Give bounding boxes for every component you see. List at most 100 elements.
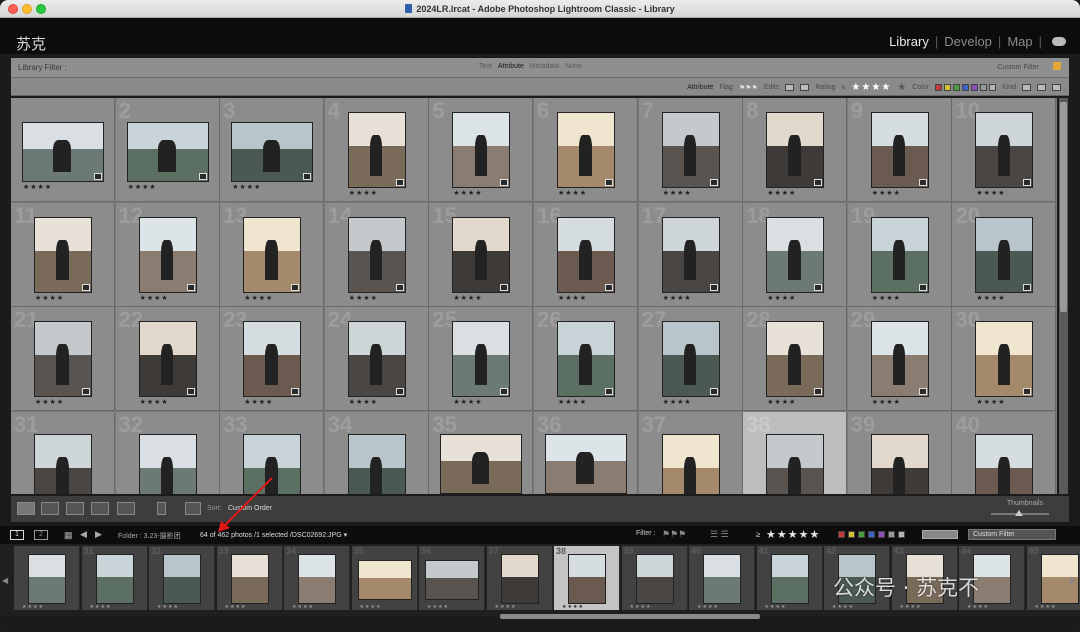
photo-thumbnail[interactable]	[243, 321, 302, 398]
edited-badge-icon[interactable]	[186, 388, 195, 396]
grid-cell[interactable]: 28 ★★★★	[743, 307, 848, 412]
grid-scrollbar[interactable]	[1059, 98, 1068, 494]
grid-cell[interactable]: 8 ★★★★	[743, 98, 848, 202]
cell-rating-stars[interactable]: ★★★★	[663, 398, 692, 406]
close-window-button[interactable]	[8, 4, 18, 14]
photo-thumbnail[interactable]	[870, 321, 929, 398]
grid-cell[interactable]: 11 ★★★★	[11, 202, 115, 307]
grid-cell[interactable]: 23 ★★★★	[220, 307, 325, 412]
grid-cell[interactable]: 5 ★★★★	[429, 98, 534, 202]
photo-thumbnail[interactable]	[557, 112, 615, 188]
grid-cell[interactable]: 26 ★★★★	[534, 307, 638, 412]
filmstrip-thumbnail[interactable]	[28, 554, 66, 604]
cell-rating-stars[interactable]: ★★★★	[35, 294, 64, 302]
grid-cell[interactable]: 29 ★★★★	[847, 307, 952, 412]
cell-rating-stars[interactable]: ★★★★	[140, 294, 169, 302]
grid-cell[interactable]: 13 ★★★★	[220, 202, 325, 307]
filmstrip-thumbnail[interactable]	[500, 554, 539, 604]
cell-rating-stars[interactable]: ★★★★	[35, 398, 64, 406]
photo-thumbnail[interactable]	[870, 433, 929, 494]
cell-rating-stars[interactable]: ★★★★	[349, 189, 378, 197]
grid-cell[interactable]: 31	[11, 411, 115, 494]
secondary-window-button[interactable]: 2	[34, 530, 48, 540]
lock-icon[interactable]	[1053, 62, 1061, 70]
photo-thumbnail[interactable]	[231, 122, 314, 182]
cell-rating-stars[interactable]: ★★★★	[244, 398, 273, 406]
edited-badge-icon[interactable]	[814, 283, 823, 291]
module-map[interactable]: Map	[1007, 34, 1032, 49]
edited-badge-icon[interactable]	[605, 388, 613, 396]
cell-rating-stars[interactable]: ★★★★	[872, 189, 901, 197]
filter-preset-select[interactable]: Custom Filter	[997, 64, 1039, 71]
photo-thumbnail[interactable]	[22, 122, 104, 182]
cell-rating-stars[interactable]: ★★★★	[453, 398, 482, 406]
photo-thumbnail[interactable]	[975, 433, 1034, 494]
filmstrip-cell[interactable]: 32 ★★★★	[149, 546, 215, 610]
photo-thumbnail[interactable]	[243, 216, 302, 293]
filmstrip-photo-count[interactable]: 64 of 462 photos /1 selected /DSC02692.J…	[200, 531, 347, 539]
grid-cell[interactable]: 18 ★★★★	[743, 202, 848, 307]
grid-cell[interactable]: 33	[220, 411, 325, 494]
grid-cell[interactable]: 16 ★★★★	[534, 202, 638, 307]
cell-rating-stars[interactable]: ★★★★	[453, 189, 482, 197]
grid-cell[interactable]: 38	[743, 411, 848, 494]
photo-thumbnail[interactable]	[975, 321, 1034, 398]
edited-badge-icon[interactable]	[500, 179, 509, 186]
color-swatch[interactable]	[943, 84, 951, 91]
edited-badge-icon[interactable]	[291, 388, 300, 396]
edited-badge-icon[interactable]	[395, 388, 404, 396]
forward-arrow-icon[interactable]: ▶	[95, 529, 102, 540]
filmstrip-cell[interactable]: 37 ★★★★	[486, 546, 553, 610]
cell-rating-stars[interactable]: ★★★★	[767, 294, 796, 302]
grid-cell[interactable]: 7 ★★★★	[638, 98, 743, 202]
filter-tab-attribute[interactable]: Attribute	[498, 63, 524, 70]
grid-cell[interactable]: 2 ★★★★	[115, 98, 220, 202]
edited-badge-icon[interactable]	[1023, 283, 1032, 291]
photo-thumbnail[interactable]	[138, 216, 197, 293]
filmstrip-cell[interactable]: 38 ★★★★	[554, 546, 620, 610]
grid-cell[interactable]: 30 ★★★★	[952, 307, 1057, 412]
edited-badge-icon[interactable]	[186, 283, 195, 291]
cloud-sync-icon[interactable]	[1052, 37, 1066, 46]
cell-rating-stars[interactable]: ★★★★	[128, 183, 157, 191]
photo-thumbnail[interactable]	[545, 433, 627, 494]
edited-badge-icon[interactable]	[918, 179, 927, 186]
kind-all-icon[interactable]	[1022, 84, 1031, 91]
edited-badge-icon[interactable]	[94, 173, 102, 180]
cell-rating-stars[interactable]: ★★★★	[976, 189, 1005, 197]
color-swatch[interactable]	[878, 531, 885, 538]
module-develop[interactable]: Develop	[944, 34, 992, 49]
edited-badge-icon[interactable]	[395, 179, 404, 186]
filmstrip-rating-operator[interactable]: ≥	[756, 530, 760, 539]
color-swatch[interactable]	[868, 531, 875, 538]
grid-cell[interactable]: 36	[534, 411, 638, 494]
grid-cell[interactable]: 40	[952, 411, 1057, 494]
survey-view-button[interactable]	[91, 502, 109, 515]
grid-cell[interactable]: 15 ★★★★	[429, 202, 534, 307]
edited-badge-icon[interactable]	[291, 283, 300, 291]
filmstrip-cell[interactable]: 33 ★★★★	[216, 546, 283, 610]
people-view-button[interactable]	[117, 502, 135, 515]
loupe-view-button[interactable]	[41, 502, 59, 515]
edited-badge-icon[interactable]	[1023, 179, 1032, 186]
kind-video-icon[interactable]	[1052, 84, 1061, 91]
photo-thumbnail[interactable]	[138, 433, 197, 494]
edited-badge-icon[interactable]	[395, 283, 404, 291]
grid-cell[interactable]: 27 ★★★★	[638, 307, 743, 412]
cell-rating-stars[interactable]: ★★★★	[232, 183, 261, 191]
color-swatch[interactable]	[838, 531, 845, 538]
photo-thumbnail[interactable]	[661, 321, 720, 398]
grid-cell[interactable]: 20 ★★★★	[952, 202, 1057, 307]
color-swatch[interactable]	[888, 531, 895, 538]
cell-rating-stars[interactable]: ★★★★	[558, 294, 587, 302]
color-swatch[interactable]	[961, 84, 969, 91]
photo-thumbnail[interactable]	[440, 433, 523, 494]
sort-select[interactable]: Custom Order	[228, 505, 272, 512]
filter-tab-text[interactable]: Text	[479, 63, 492, 70]
photo-thumbnail[interactable]	[347, 216, 406, 293]
grid-cell[interactable]: 3 ★★★★	[220, 98, 325, 202]
grid-cell[interactable]: 37	[638, 411, 743, 494]
filmstrip-scroll-left-icon[interactable]: ◀	[2, 576, 8, 585]
cell-rating-stars[interactable]: ★★★★	[349, 398, 378, 406]
filmstrip-scroll-right-icon[interactable]: ▶	[1070, 576, 1076, 585]
